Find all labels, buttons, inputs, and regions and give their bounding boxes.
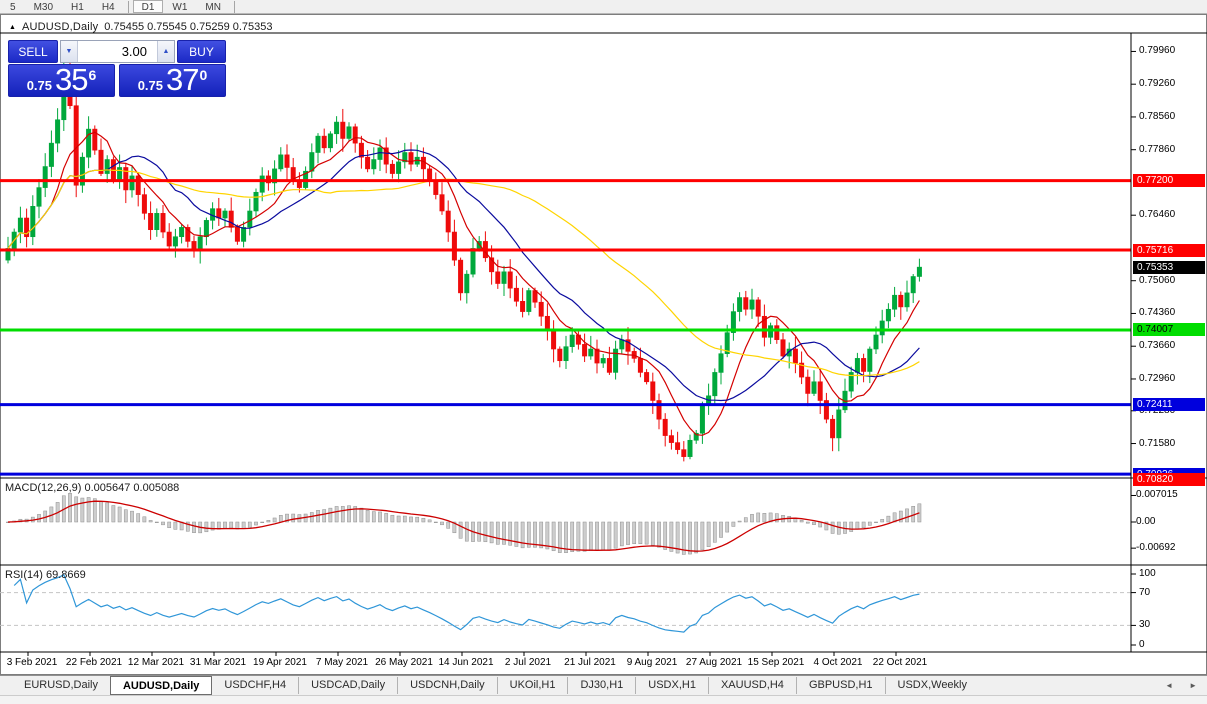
chart-tab-xauusd-h4[interactable]: XAUUSD,H4 — [707, 677, 796, 694]
buy-button[interactable]: BUY — [177, 40, 226, 63]
toolbar-separator — [127, 0, 129, 13]
price-tick-label: 0.75060 — [1139, 274, 1176, 286]
timeframe-button-5[interactable]: 5 — [1, 0, 25, 13]
timeframe-button-h1[interactable]: H1 — [62, 0, 93, 13]
date-axis-label: 7 May 2021 — [315, 657, 369, 668]
chart-tab-usdx-h1[interactable]: USDX,H1 — [635, 677, 708, 694]
one-click-trade-panel: SELL ▼ 3.00 ▲ BUY 0.75 35 6 0.75 37 0 — [8, 40, 226, 97]
timeframe-toolbar: 5 M30 H1 H4 D1 W1 MN — [0, 0, 1207, 14]
date-axis-label: 4 Oct 2021 — [813, 657, 863, 668]
date-axis-label: 21 Jul 2021 — [564, 657, 616, 668]
rsi-tick-label: 100 — [1139, 568, 1156, 579]
date-axis-label: 14 Jun 2021 — [438, 657, 494, 668]
timeframe-button-m30[interactable]: M30 — [25, 0, 62, 13]
buy-price-box[interactable]: 0.75 37 0 — [119, 64, 226, 97]
date-axis-label: 15 Sep 2021 — [747, 657, 805, 668]
price-tick-label: 0.73660 — [1139, 340, 1176, 352]
chart-tab-bar: EURUSD,Daily AUDUSD,Daily USDCHF,H4 USDCAD,… — [0, 675, 1207, 695]
sell-button[interactable]: SELL — [8, 40, 58, 63]
price-tick-label: 0.79260 — [1139, 78, 1176, 90]
rsi-indicator-label: RSI(14) 69.8669 — [5, 569, 86, 581]
rsi-tick-label: 30 — [1139, 619, 1151, 631]
date-axis-label: 9 Aug 2021 — [626, 657, 678, 668]
timeframe-button-w1[interactable]: W1 — [163, 0, 196, 13]
chart-tab-ukoil-h1[interactable]: UKOil,H1 — [496, 677, 568, 694]
timeframe-button-h4[interactable]: H4 — [93, 0, 124, 13]
chart-tab-audusd-daily[interactable]: AUDUSD,Daily — [109, 675, 213, 695]
chart-title: ▲ AUDUSD,Daily 0.75455 0.75545 0.75259 0… — [9, 21, 273, 33]
macd-tick-label: 0.007015 — [1136, 489, 1178, 501]
chart-tab-usdcnh-daily[interactable]: USDCNH,Daily — [397, 677, 497, 694]
chart-tab-eurusd-daily[interactable]: EURUSD,Daily — [12, 677, 110, 694]
metatrader-window: { "toolbar": { "timeframes": ["5", "M30"… — [0, 0, 1207, 704]
ma-mid-line — [7, 149, 920, 402]
date-axis-label: 19 Apr 2021 — [253, 657, 307, 668]
chart-tab-dj30-h1[interactable]: DJ30,H1 — [567, 677, 635, 694]
sell-price-box[interactable]: 0.75 35 6 — [8, 64, 115, 97]
volume-stepper: ▼ 3.00 ▲ — [60, 40, 175, 63]
toolbar-separator — [233, 0, 235, 13]
chart-tab-usdcad-daily[interactable]: USDCAD,Daily — [298, 677, 397, 694]
chart-symbol-label: AUDUSD,Daily — [21, 21, 99, 33]
sell-price-prefix: 0.75 — [26, 78, 53, 93]
chart-tab-gbpusd-h1[interactable]: GBPUSD,H1 — [795, 677, 885, 694]
price-level-badge: 0.70820 — [1133, 472, 1205, 486]
chart-tab-usdchf-h4[interactable]: USDCHF,H4 — [212, 677, 298, 694]
price-level-badge: 0.77200 — [1133, 174, 1205, 188]
rsi-tick-label: 70 — [1139, 586, 1151, 598]
volume-increase-icon[interactable]: ▲ — [157, 41, 174, 62]
buy-price-prefix: 0.75 — [137, 78, 164, 93]
price-tick-label: 0.71580 — [1139, 437, 1176, 449]
timeframe-button-d1[interactable]: D1 — [132, 0, 164, 13]
macd-signal-line — [7, 500, 920, 552]
date-axis-label: 2 Jul 2021 — [504, 657, 552, 668]
date-axis-label: 12 Mar 2021 — [127, 657, 185, 668]
price-tick-label: 0.79960 — [1139, 45, 1176, 57]
buy-price-big: 37 — [166, 62, 199, 97]
price-tick-label: 0.72960 — [1139, 372, 1176, 384]
volume-input[interactable]: 3.00 — [78, 41, 157, 62]
tab-scroll-left-icon[interactable]: ◄ — [1165, 681, 1173, 690]
price-tick-label: 0.77860 — [1139, 143, 1176, 155]
price-level-badge: 0.75716 — [1133, 243, 1205, 257]
rsi-tick-label: 0 — [1139, 639, 1145, 650]
ma-fast-line — [7, 131, 920, 436]
price-tick-label: 0.76460 — [1139, 209, 1176, 221]
sell-price-big: 35 — [55, 62, 88, 97]
price-level-badge: 0.72411 — [1133, 398, 1205, 412]
macd-indicator-label: MACD(12,26,9) 0.005647 0.005088 — [5, 482, 180, 494]
date-axis-label: 31 Mar 2021 — [189, 657, 247, 668]
price-level-badge: 0.74007 — [1133, 323, 1205, 337]
date-axis-label: 27 Aug 2021 — [685, 657, 743, 668]
macd-tick-label: 0.00 — [1136, 516, 1156, 527]
status-strip — [0, 695, 1207, 704]
timeframe-button-mn[interactable]: MN — [196, 0, 230, 13]
chart-tab-usdx-weekly[interactable]: USDX,Weekly — [884, 677, 979, 694]
date-axis-label: 3 Feb 2021 — [6, 657, 58, 668]
chart-ohlc-values: 0.75455 0.75545 0.75259 0.75353 — [104, 21, 273, 33]
rsi-line — [13, 574, 920, 633]
chart-canvas[interactable] — [0, 14, 1207, 675]
date-axis-label: 26 May 2021 — [375, 657, 433, 668]
date-axis-label: 22 Feb 2021 — [65, 657, 123, 668]
sell-price-pip: 6 — [88, 67, 97, 83]
collapse-panel-icon[interactable]: ▲ — [9, 24, 16, 31]
volume-decrease-icon[interactable]: ▼ — [61, 41, 78, 62]
price-level-badge: 0.75353 — [1133, 260, 1205, 274]
tab-scroll-right-icon[interactable]: ► — [1189, 681, 1197, 690]
buy-price-pip: 0 — [199, 67, 208, 83]
macd-tick-label: -0.00692 — [1136, 542, 1176, 554]
price-tick-label: 0.78560 — [1139, 110, 1176, 122]
price-tick-label: 0.74360 — [1139, 307, 1176, 319]
date-axis-label: 22 Oct 2021 — [872, 657, 928, 668]
